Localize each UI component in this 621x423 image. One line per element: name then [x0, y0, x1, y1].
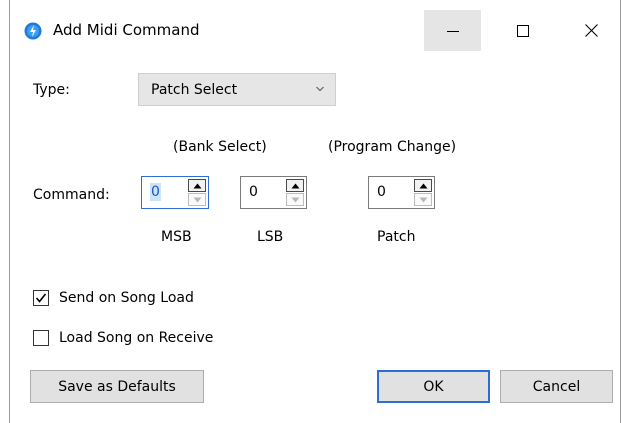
patch-spinner[interactable]: 0 — [368, 176, 435, 209]
midi-app-icon — [24, 22, 42, 40]
maximize-icon — [516, 24, 529, 37]
load-song-on-receive-label[interactable]: Load Song on Receive — [59, 329, 213, 347]
cancel-button[interactable]: Cancel — [500, 370, 613, 403]
patch-value[interactable]: 0 — [377, 183, 386, 201]
lsb-increment-button[interactable] — [286, 179, 304, 192]
window-title: Add Midi Command — [53, 21, 200, 39]
patch-caption: Patch — [377, 229, 416, 245]
msb-increment-button[interactable] — [188, 179, 206, 192]
arrow-up-icon — [419, 183, 427, 188]
window-left-border — [9, 0, 10, 423]
arrow-down-icon — [193, 197, 201, 202]
arrow-down-icon — [291, 197, 299, 202]
minimize-icon — [446, 30, 459, 32]
send-on-song-load-checkbox[interactable] — [33, 290, 49, 306]
ok-button[interactable]: OK — [377, 370, 490, 403]
lsb-decrement-button[interactable] — [286, 193, 304, 206]
type-select[interactable]: Patch Select — [138, 73, 336, 106]
program-change-heading: (Program Change) — [328, 139, 457, 155]
lsb-value[interactable]: 0 — [249, 183, 258, 201]
close-icon — [585, 24, 598, 37]
send-on-song-load-label[interactable]: Send on Song Load — [59, 289, 194, 307]
maximize-button[interactable] — [494, 10, 551, 51]
msb-spinner[interactable]: 0 — [141, 176, 209, 209]
close-button[interactable] — [563, 10, 620, 51]
msb-caption: MSB — [161, 229, 192, 245]
patch-increment-button[interactable] — [414, 179, 432, 192]
minimize-button[interactable] — [424, 10, 481, 51]
arrow-up-icon — [193, 183, 201, 188]
arrow-down-icon — [419, 197, 427, 202]
add-midi-command-dialog: Add Midi Command Type: Patch Select (Ban… — [0, 0, 621, 423]
load-song-on-receive-checkbox[interactable] — [33, 330, 49, 346]
arrow-up-icon — [291, 183, 299, 188]
checkmark-icon — [35, 293, 47, 303]
type-select-value: Patch Select — [151, 82, 238, 98]
msb-decrement-button[interactable] — [188, 193, 206, 206]
bank-select-heading: (Bank Select) — [173, 139, 267, 155]
title-bar[interactable]: Add Midi Command — [10, 0, 620, 62]
chevron-down-icon — [316, 86, 324, 92]
save-as-defaults-button[interactable]: Save as Defaults — [30, 370, 204, 403]
msb-value[interactable]: 0 — [150, 183, 161, 201]
lsb-spinner[interactable]: 0 — [240, 176, 307, 209]
patch-decrement-button[interactable] — [414, 193, 432, 206]
lsb-caption: LSB — [257, 229, 284, 245]
command-label: Command: — [33, 187, 110, 203]
type-label: Type: — [33, 82, 70, 98]
